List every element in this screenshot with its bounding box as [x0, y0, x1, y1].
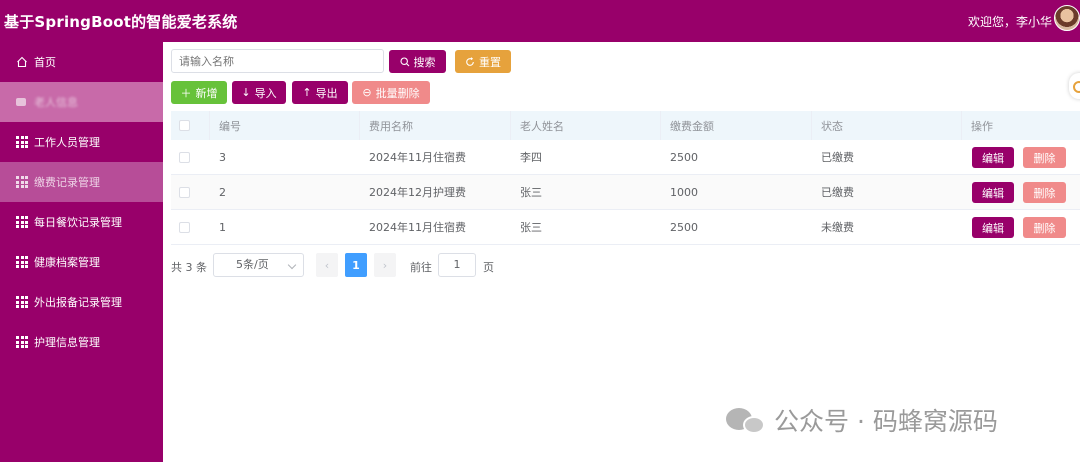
floating-settings-tab[interactable]: [1069, 73, 1080, 99]
sidebar-item-outings[interactable]: 外出报备记录管理: [0, 282, 163, 322]
app-title: 基于SpringBoot的智能爱老系统: [4, 13, 238, 31]
top-bar: 基于SpringBoot的智能爱老系统 欢迎您，李小华: [0, 0, 1080, 42]
goto-label: 前往: [410, 261, 432, 274]
sidebar-item-label: 首页: [34, 56, 56, 69]
grid-icon: [16, 176, 28, 188]
sidebar-item-staff[interactable]: 工作人员管理: [0, 122, 163, 162]
delete-button[interactable]: 删除: [1023, 147, 1066, 168]
sidebar-item-label: 每日餐饮记录管理: [34, 216, 122, 229]
row-checkbox[interactable]: [179, 221, 190, 233]
sidebar-item-label: 护理信息管理: [34, 336, 100, 349]
arrow-down-icon: ↓: [241, 86, 251, 99]
batch-delete-button[interactable]: ⊖ 批量删除: [352, 81, 430, 104]
table-row: 1 2024年11月住宿费 张三 2500 未缴费 编辑 删除: [171, 210, 1080, 245]
column-header: 老人姓名: [520, 119, 564, 133]
watermark: 公众号 · 码蜂窝源码: [726, 402, 998, 438]
grid-icon: [16, 256, 28, 268]
sidebar-item-payments[interactable]: 缴费记录管理: [0, 162, 163, 202]
page-size-value: 5条/页: [236, 258, 269, 271]
sidebar-item-meals[interactable]: 每日餐饮记录管理: [0, 202, 163, 242]
grid-icon: [16, 136, 28, 148]
column-header: 缴费金额: [670, 119, 714, 133]
add-button[interactable]: ＋ 新增: [171, 81, 227, 104]
grid-icon: [16, 336, 28, 348]
goto-page-input[interactable]: 1: [438, 253, 476, 277]
page-number-current[interactable]: 1: [345, 253, 367, 277]
delete-button[interactable]: 删除: [1023, 217, 1066, 238]
edit-button[interactable]: 编辑: [972, 217, 1014, 238]
sidebar-item-health[interactable]: 健康档案管理: [0, 242, 163, 282]
table-header: 编号 费用名称 老人姓名 缴费金额 状态 操作: [171, 111, 1080, 140]
chevron-right-icon: ›: [382, 258, 388, 272]
add-button-label: 新增: [195, 86, 218, 100]
row-checkbox[interactable]: [179, 186, 190, 198]
cell-status: 已缴费: [821, 186, 854, 199]
grid-icon: [16, 296, 28, 308]
wechat-logo-icon: [726, 405, 766, 435]
sidebar-item-label: 健康档案管理: [34, 256, 100, 269]
home-icon: [16, 56, 28, 68]
chevron-left-icon: ‹: [324, 258, 330, 272]
import-button-label: 导入: [254, 86, 277, 100]
goto-unit: 页: [483, 261, 494, 274]
cell-fee-name: 2024年12月护理费: [369, 186, 466, 199]
cell-id: 3: [219, 150, 226, 164]
column-header: 编号: [219, 119, 241, 133]
search-button-label: 搜索: [413, 55, 436, 69]
cell-fee-name: 2024年11月住宿费: [369, 151, 466, 164]
batch-delete-button-label: 批量删除: [375, 86, 420, 100]
table-row: 2 2024年12月护理费 张三 1000 已缴费 编辑 删除: [171, 175, 1080, 210]
import-button[interactable]: ↓ 导入: [232, 81, 286, 104]
column-header: 状态: [821, 119, 843, 133]
cell-status: 未缴费: [821, 221, 854, 234]
prev-page-button[interactable]: ‹: [316, 253, 338, 277]
table-row: 3 2024年11月住宿费 李四 2500 已缴费 编辑 删除: [171, 140, 1080, 175]
sidebar: 首页 老人信息 工作人员管理 缴费记录管理 每日餐饮记录管理 健康档案管理 外出…: [0, 42, 163, 462]
sidebar-item-home[interactable]: 首页: [0, 42, 163, 82]
watermark-text: 公众号 · 码蜂窝源码: [774, 407, 998, 436]
cell-id: 1: [219, 220, 226, 234]
search-button[interactable]: 搜索: [389, 50, 446, 73]
sidebar-item-nursing[interactable]: 护理信息管理: [0, 322, 163, 362]
export-button-label: 导出: [315, 86, 338, 100]
sidebar-item-label: 老人信息: [34, 96, 78, 109]
pagination-total: 共 3 条: [171, 261, 207, 274]
cell-elder-name: 张三: [520, 221, 542, 234]
column-header: 费用名称: [369, 119, 413, 133]
sidebar-item-label: 外出报备记录管理: [34, 296, 122, 309]
delete-button[interactable]: 删除: [1023, 182, 1066, 203]
search-icon: [399, 56, 409, 66]
grid-icon: [16, 216, 28, 228]
cell-elder-name: 张三: [520, 186, 542, 199]
sidebar-item-label: 工作人员管理: [34, 136, 100, 149]
column-header: 操作: [971, 119, 993, 133]
export-button[interactable]: ↑ 导出: [292, 81, 348, 104]
sidebar-item-label: 缴费记录管理: [34, 176, 100, 189]
edit-button[interactable]: 编辑: [972, 147, 1014, 168]
welcome-text: 欢迎您，李小华: [967, 15, 1052, 29]
next-page-button[interactable]: ›: [374, 253, 396, 277]
cell-amount: 1000: [670, 185, 698, 199]
cell-fee-name: 2024年11月住宿费: [369, 221, 466, 234]
page-size-select[interactable]: 5条/页: [213, 253, 304, 277]
chevron-down-icon: [287, 260, 297, 270]
avatar[interactable]: [1054, 5, 1080, 31]
search-input[interactable]: [171, 49, 384, 73]
edit-button[interactable]: 编辑: [972, 182, 1014, 203]
arrow-up-icon: ↑: [302, 86, 312, 99]
grid-icon: [16, 98, 26, 106]
refresh-icon: [466, 56, 474, 66]
remove-circle-icon: ⊖: [362, 86, 372, 99]
select-all-checkbox[interactable]: [179, 120, 190, 131]
cell-status: 已缴费: [821, 151, 854, 164]
cell-amount: 2500: [670, 220, 698, 234]
reset-button[interactable]: 重置: [455, 50, 511, 73]
plus-icon: ＋: [180, 86, 192, 100]
row-checkbox[interactable]: [179, 151, 190, 163]
sidebar-item-elders[interactable]: 老人信息: [0, 82, 163, 122]
cell-elder-name: 李四: [520, 151, 542, 164]
cell-amount: 2500: [670, 150, 698, 164]
cell-id: 2: [219, 185, 226, 199]
reset-button-label: 重置: [479, 55, 501, 69]
